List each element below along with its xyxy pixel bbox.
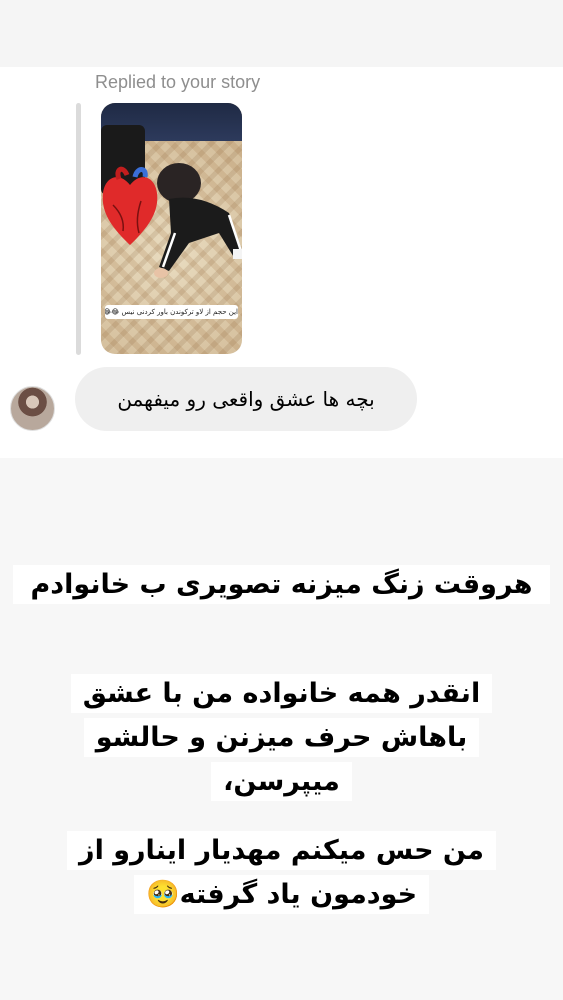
story-text-line: هروقت زنگ میزنه تصویری ب خانوادم <box>12 565 551 604</box>
story-text-paragraph-1: هروقت زنگ میزنه تصویری ب خانوادم <box>0 563 563 607</box>
story-text-line: انقدر همه خانواده من با عشق باهاش حرف می… <box>70 674 493 801</box>
sender-avatar[interactable] <box>10 386 55 431</box>
top-strip <box>0 0 563 67</box>
reply-indicator-bar <box>76 103 81 355</box>
story-thumbnail-child <box>154 163 242 278</box>
message-text: بچه ها عشق واقعی رو میفهمن <box>117 387 375 411</box>
story-thumbnail-caption: این حجم از لاو ترکوندن باور کردنی نیس 😂😂 <box>105 305 238 319</box>
message-bubble[interactable]: بچه ها عشق واقعی رو میفهمن <box>75 367 417 431</box>
story-thumbnail[interactable]: این حجم از لاو ترکوندن باور کردنی نیس 😂😂 <box>101 103 242 354</box>
story-text-paragraph-3: من حس میکنم مهدیار اینارو از خودمون یاد … <box>0 829 563 917</box>
story-text-line: من حس میکنم مهدیار اینارو از خودمون یاد … <box>67 831 496 914</box>
story-text-paragraph-2: انقدر همه خانواده من با عشق باهاش حرف می… <box>0 672 563 804</box>
replied-to-story-label: Replied to your story <box>95 72 261 92</box>
